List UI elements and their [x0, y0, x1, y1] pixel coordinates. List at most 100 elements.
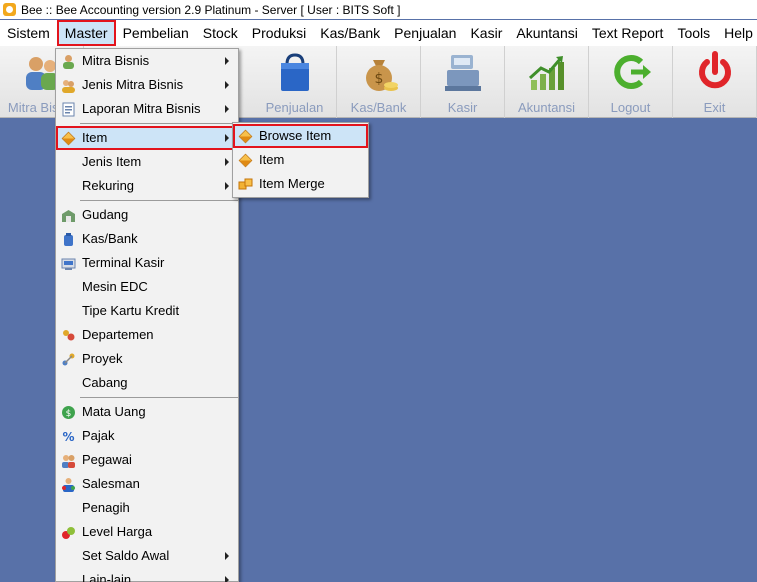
menu-item-label: Cabang [82, 375, 128, 390]
warehouse-icon [62, 210, 75, 222]
menu-item-label: Item [82, 130, 108, 145]
menu-stock[interactable]: Stock [196, 20, 245, 46]
submenu-arrow-icon [225, 576, 229, 582]
toolbar-label: Kas/Bank [350, 100, 407, 115]
toolbar-label: Akuntansi [517, 100, 576, 115]
menu-separator [80, 200, 238, 201]
menu-item-label: Mesin EDC [82, 279, 148, 294]
menu-bar: Sistem Master Pembelian Stock Produksi K… [0, 20, 757, 46]
menu-item-label: Departemen [82, 327, 154, 342]
menu-master[interactable]: Master [56, 20, 116, 46]
submenu-item-browse-item[interactable]: Browse Item [233, 124, 368, 148]
menu-item-label: Mitra Bisnis [82, 53, 150, 68]
terminal-icon [61, 258, 76, 270]
menu-produksi[interactable]: Produksi [245, 20, 313, 46]
svg-text:$: $ [374, 71, 383, 87]
menu-item-level-harga[interactable]: Level Harga [56, 520, 238, 544]
employee-icon [62, 455, 75, 468]
menu-item-label: Penagih [82, 500, 130, 515]
menu-item-pegawai[interactable]: Pegawai [56, 448, 238, 472]
menu-pembelian[interactable]: Pembelian [116, 20, 196, 46]
submenu-arrow-icon [225, 552, 229, 560]
menu-item-terminal-kasir[interactable]: Terminal Kasir [56, 251, 238, 275]
submenu-item-item-merge[interactable]: Item Merge [233, 172, 368, 196]
menu-text-report[interactable]: Text Report [585, 20, 671, 46]
menu-akuntansi[interactable]: Akuntansi [509, 20, 584, 46]
menu-item-mata-uang[interactable]: $ Mata Uang [56, 400, 238, 424]
submenu-item-label: Item [259, 152, 285, 167]
toolbar-kas-bank-button[interactable]: $ Kas/Bank [337, 46, 421, 118]
menu-item-mitra-bisnis[interactable]: Mitra Bisnis [56, 49, 238, 73]
app-logo-icon [3, 3, 16, 16]
submenu-arrow-icon [225, 57, 229, 65]
menu-item-mesin-edc[interactable]: Mesin EDC [56, 275, 238, 299]
menu-item-item[interactable]: Item [56, 126, 238, 150]
menu-item-label: Mata Uang [82, 404, 146, 419]
svg-text:$: $ [66, 409, 72, 419]
menu-item-jenis-mitra-bisnis[interactable]: Jenis Mitra Bisnis [56, 73, 238, 97]
master-menu: Mitra Bisnis Jenis Mitra Bisnis Laporan … [55, 48, 239, 582]
submenu-arrow-icon [225, 134, 229, 142]
item-cube-icon [238, 153, 253, 168]
menu-item-rekuring[interactable]: Rekuring [56, 174, 238, 198]
menu-item-label: Jenis Item [82, 154, 142, 169]
item-submenu: Browse Item Item Item Merge [232, 122, 369, 198]
growth-chart-icon [528, 56, 564, 90]
submenu-arrow-icon [225, 81, 229, 89]
percent-icon: % [62, 430, 74, 444]
menu-item-laporan-mitra-bisnis[interactable]: Laporan Mitra Bisnis [56, 97, 238, 121]
report-icon [62, 102, 75, 117]
menu-item-set-saldo-awal[interactable]: Set Saldo Awal [56, 544, 238, 568]
menu-item-label: Kas/Bank [82, 231, 138, 246]
toolbar-label: Exit [703, 100, 726, 115]
toolbar-exit-button[interactable]: Exit [673, 46, 757, 118]
menu-item-label: Salesman [82, 476, 140, 491]
menu-item-lain-lain[interactable]: Lain-lain [56, 568, 238, 582]
menu-item-label: Proyek [82, 351, 123, 366]
menu-item-kas-bank[interactable]: Kas/Bank [56, 227, 238, 251]
submenu-arrow-icon [225, 105, 229, 113]
menu-item-label: Terminal Kasir [82, 255, 165, 270]
menu-item-label: Pajak [82, 428, 115, 443]
toolbar-penjualan-button[interactable]: Penjualan [253, 46, 337, 118]
menu-tools[interactable]: Tools [670, 20, 717, 46]
menu-item-label: Pegawai [82, 452, 132, 467]
menu-item-departemen[interactable]: Departemen [56, 323, 238, 347]
menu-item-proyek[interactable]: Proyek [56, 347, 238, 371]
menu-item-label: Gudang [82, 207, 129, 222]
menu-separator [80, 397, 238, 398]
toolbar-akuntansi-button[interactable]: Akuntansi [505, 46, 589, 118]
menu-item-pajak[interactable]: % Pajak [56, 424, 238, 448]
menu-penjualan[interactable]: Penjualan [387, 20, 463, 46]
menu-item-label: Lain-lain [82, 572, 132, 582]
department-icon [63, 330, 75, 341]
toolbar-logout-button[interactable]: Logout [589, 46, 673, 118]
menu-item-tipe-kartu-kredit[interactable]: Tipe Kartu Kredit [56, 299, 238, 323]
submenu-item-label: Browse Item [259, 128, 332, 143]
menu-kas-bank[interactable]: Kas/Bank [313, 20, 387, 46]
submenu-item-item[interactable]: Item [233, 148, 368, 172]
menu-item-jenis-item[interactable]: Jenis Item [56, 150, 238, 174]
menu-help[interactable]: Help [717, 20, 757, 46]
cash-register-icon [444, 55, 481, 91]
toolbar-kasir-button[interactable]: Kasir [421, 46, 505, 118]
item-merge-icon [238, 178, 253, 190]
submenu-arrow-icon [225, 182, 229, 190]
menu-item-cabang[interactable]: Cabang [56, 371, 238, 395]
menu-item-gudang[interactable]: Gudang [56, 203, 238, 227]
menu-item-label: Laporan Mitra Bisnis [82, 101, 201, 116]
menu-item-penagih[interactable]: Penagih [56, 496, 238, 520]
toolbar-label: Penjualan [265, 100, 324, 115]
menu-item-label: Set Saldo Awal [82, 548, 170, 563]
power-icon [698, 51, 731, 89]
menu-kasir[interactable]: Kasir [463, 20, 509, 46]
project-icon [62, 353, 75, 366]
submenu-arrow-icon [225, 158, 229, 166]
menu-sistem[interactable]: Sistem [0, 20, 57, 46]
submenu-item-label: Item Merge [259, 176, 325, 191]
users-icon [62, 80, 75, 93]
menu-item-salesman[interactable]: Salesman [56, 472, 238, 496]
item-cube-icon [61, 131, 76, 146]
user-icon [63, 55, 74, 69]
money-bag-icon: $ [365, 60, 398, 91]
